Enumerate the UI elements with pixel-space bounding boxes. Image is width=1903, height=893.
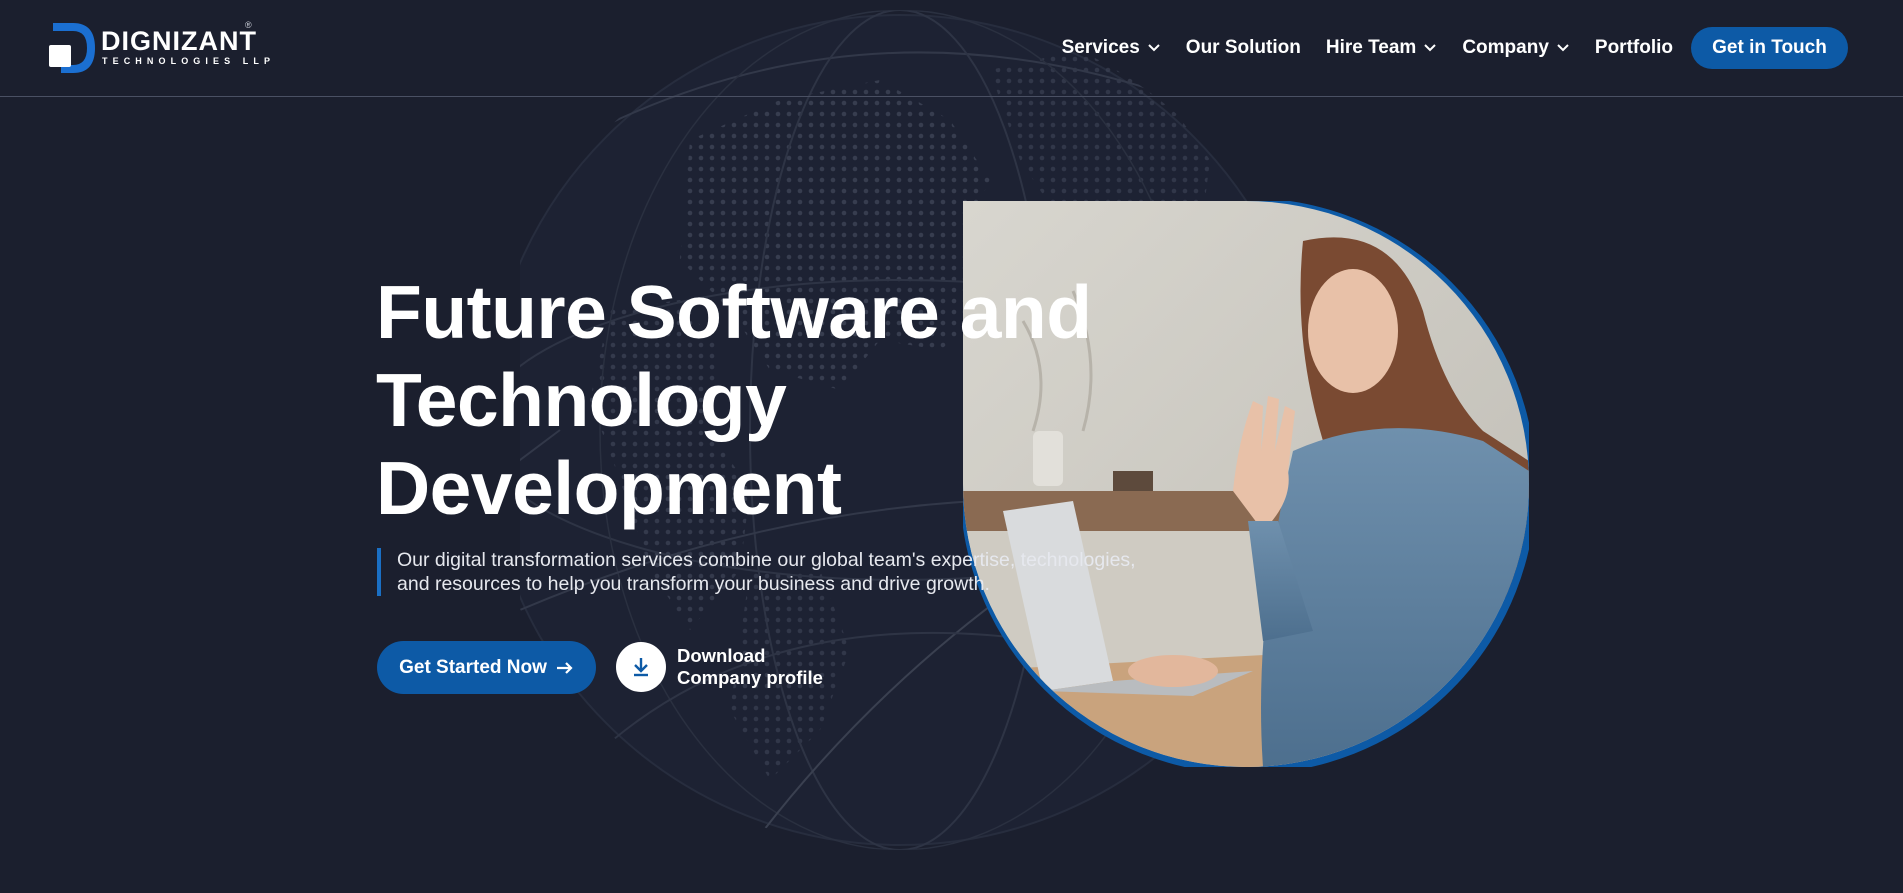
- nav-item-portfolio[interactable]: Portfolio: [1595, 37, 1673, 59]
- hero-title-line: Development: [376, 446, 842, 530]
- download-icon-circle: [616, 642, 666, 692]
- nav-item-label: Hire Team: [1325, 37, 1417, 58]
- chevron-down-icon: [1148, 44, 1160, 52]
- nav-item-our-solution[interactable]: Our Solution: [1186, 37, 1301, 59]
- chevron-down-icon: [1557, 44, 1569, 52]
- nav-item-company[interactable]: Company: [1462, 37, 1570, 59]
- download-icon: [634, 658, 648, 677]
- get-in-touch-button[interactable]: Get in Touch: [1691, 27, 1848, 69]
- logo-tagline: TECHNOLOGIES LLP: [102, 56, 276, 66]
- nav-item-label: Portfolio: [1594, 37, 1673, 58]
- nav-item-label: Company: [1462, 37, 1549, 58]
- chevron-down-icon: [1424, 44, 1437, 52]
- logo[interactable]: DIGNIZANT ® TECHNOLOGIES LLP: [49, 20, 270, 73]
- hero-title-line: Future Software and: [376, 270, 1092, 354]
- main-nav: Services Our Solution Hire Team Company …: [1062, 27, 1903, 69]
- nav-item-label: Services: [1061, 37, 1140, 58]
- logo-name: DIGNIZANT: [101, 26, 257, 56]
- hero-title-line: Technology: [376, 358, 787, 442]
- logo-mark-icon: [49, 23, 95, 73]
- arrow-right-icon: [556, 661, 573, 674]
- registered-mark: ®: [245, 20, 252, 30]
- get-started-button[interactable]: Get Started Now: [377, 641, 596, 694]
- hero-title: Future Software and Technology Developme…: [376, 268, 1196, 532]
- site-header: DIGNIZANT ® TECHNOLOGIES LLP Services Ou…: [0, 0, 1903, 97]
- nav-item-services[interactable]: Services: [1062, 37, 1161, 59]
- download-label-line: Download: [677, 645, 766, 666]
- download-label: Download Company profile: [677, 645, 823, 689]
- nav-item-hire-team[interactable]: Hire Team: [1326, 37, 1437, 59]
- nav-item-label: Our Solution: [1185, 37, 1301, 58]
- hero-description: Our digital transformation services comb…: [377, 548, 1147, 596]
- download-label-line: Company profile: [677, 667, 823, 688]
- get-started-label: Get Started Now: [399, 656, 547, 678]
- download-company-profile[interactable]: Download Company profile: [616, 642, 823, 692]
